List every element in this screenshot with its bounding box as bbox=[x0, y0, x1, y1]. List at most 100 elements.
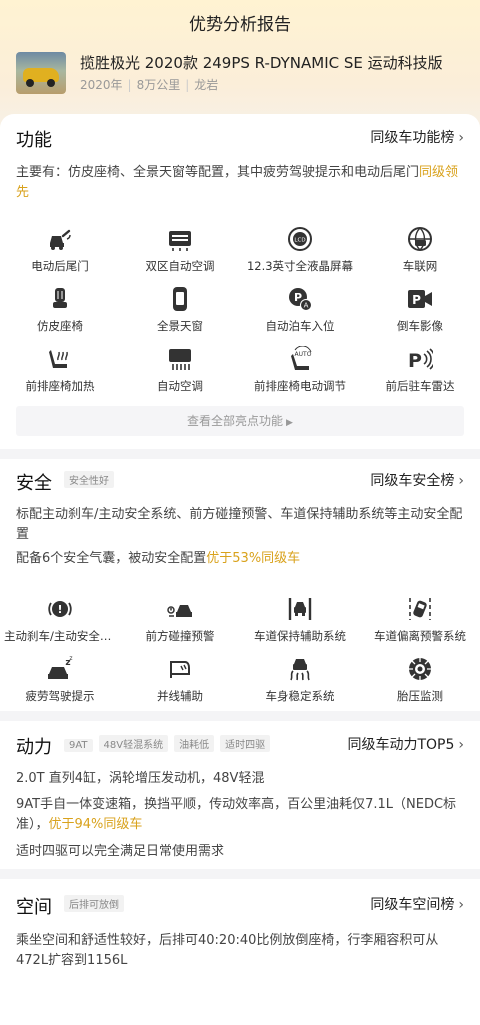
blind-spot-icon bbox=[170, 661, 190, 678]
svg-text:P: P bbox=[412, 293, 421, 307]
power-tag: 9AT bbox=[64, 739, 93, 752]
section-divider bbox=[0, 711, 480, 721]
feature-collision-warning[interactable]: 前方碰撞预警 bbox=[120, 596, 240, 652]
active-brake-icon: ! bbox=[48, 601, 72, 617]
feature-label: 胎压监测 bbox=[397, 689, 443, 703]
lcd-gauge-icon: LCD bbox=[288, 227, 312, 251]
svg-text:AUTO: AUTO bbox=[295, 351, 312, 358]
power-rank-link[interactable]: 同级车动力TOP5 › bbox=[347, 734, 464, 754]
feature-tire-pressure[interactable]: 胎压监测 bbox=[360, 656, 480, 712]
space-rank-link[interactable]: 同级车空间榜 › bbox=[370, 894, 464, 914]
collision-warning-icon bbox=[167, 605, 192, 617]
seat-heating-icon bbox=[49, 350, 68, 368]
power-tag: 48V轻混系统 bbox=[98, 735, 169, 752]
feature-power-seat[interactable]: AUTO 前排座椅电动调节 bbox=[240, 346, 360, 402]
power-tag: 适时四驱 bbox=[220, 735, 271, 752]
feature-liftgate[interactable]: 电动后尾门 bbox=[0, 226, 120, 282]
feature-label: 车道保持辅助系统 bbox=[254, 629, 346, 643]
feature-label: 全景天窗 bbox=[157, 319, 203, 333]
space-text: 乘坐空间和舒适性较好，后排可40:20:40比例放倒座椅，行李厢容积可从472L… bbox=[16, 933, 439, 968]
stability-control-icon bbox=[290, 659, 310, 681]
feature-label: 12.3英寸全液晶屏幕 bbox=[246, 259, 354, 273]
feature-dual-ac[interactable]: 双区自动空调 bbox=[120, 226, 240, 282]
feature-lcd[interactable]: LCD 12.3英寸全液晶屏幕 bbox=[240, 226, 360, 282]
feature-reverse-cam[interactable]: P 倒车影像 bbox=[360, 286, 480, 342]
feature-lane-departure[interactable]: 车道偏离预警系统 bbox=[360, 596, 480, 652]
function-rank-link[interactable]: 同级车功能榜 › bbox=[370, 127, 464, 147]
feature-connected[interactable]: 车联网 bbox=[360, 226, 480, 282]
connected-car-icon bbox=[408, 227, 432, 251]
view-all-features-button[interactable]: 查看全部亮点功能 ▶ bbox=[16, 406, 464, 436]
car-thumbnail bbox=[16, 52, 66, 94]
feature-label: 前排座椅电动调节 bbox=[254, 379, 346, 393]
feature-label: 车道偏离预警系统 bbox=[374, 629, 466, 643]
feature-auto-park[interactable]: PA 自动泊车入位 bbox=[240, 286, 360, 342]
power-seat-icon: AUTO bbox=[291, 346, 312, 370]
feature-label: 疲劳驾驶提示 bbox=[25, 689, 95, 703]
chevron-right-icon: › bbox=[458, 897, 464, 913]
feature-leather-seat[interactable]: 仿皮座椅 bbox=[0, 286, 120, 342]
feature-label: 仿皮座椅 bbox=[37, 319, 83, 333]
auto-parking-icon: PA bbox=[289, 288, 312, 311]
svg-text:P: P bbox=[408, 350, 422, 372]
feature-seat-heat[interactable]: 前排座椅加热 bbox=[0, 346, 120, 402]
svg-text:LCD: LCD bbox=[294, 238, 305, 244]
feature-parking-radar[interactable]: P 前后驻车雷达 bbox=[360, 346, 480, 402]
feature-label: 自动泊车入位 bbox=[265, 319, 335, 333]
lane-departure-icon bbox=[409, 598, 431, 620]
car-year: 2020年 bbox=[80, 78, 123, 92]
safety-title: 安全 bbox=[16, 473, 52, 494]
feature-label: 双区自动空调 bbox=[145, 259, 215, 273]
feature-label: 主动刹车/主动安全系统 bbox=[4, 629, 120, 643]
feature-label: 前排座椅加热 bbox=[25, 379, 95, 393]
feature-sunroof[interactable]: 全景天窗 bbox=[120, 286, 240, 342]
safety-rank-link[interactable]: 同级车安全榜 › bbox=[370, 470, 464, 490]
safety-passive-text: 配备6个安全气囊，被动安全配置优于53%同级车 bbox=[16, 551, 301, 566]
safety-highlight: 优于53%同级车 bbox=[206, 551, 301, 566]
power-engine-text: 2.0T 直列4缸，涡轮增压发动机，48V轻混 bbox=[16, 771, 265, 786]
car-city: 龙岩 bbox=[194, 78, 219, 92]
section-divider bbox=[0, 869, 480, 879]
safety-section: 安全 安全性好 同级车安全榜 › 标配主动刹车/主动安全系统、前方碰撞预警、车道保… bbox=[0, 459, 480, 711]
feature-label: 并线辅助 bbox=[157, 689, 203, 703]
reverse-camera-icon: P bbox=[408, 290, 432, 308]
svg-text:!: ! bbox=[57, 603, 62, 616]
feature-fatigue[interactable]: zz 疲劳驾驶提示 bbox=[0, 656, 120, 712]
power-transmission-text: 9AT手自一体变速箱，换挡平顺，传动效率高，百公里油耗仅7.1L（NEDC标准）… bbox=[16, 797, 457, 832]
feature-blind-spot[interactable]: 并线辅助 bbox=[120, 656, 240, 712]
lane-keep-icon bbox=[288, 598, 312, 620]
fatigue-alert-icon: zz bbox=[48, 656, 73, 679]
safety-active-text: 标配主动刹车/主动安全系统、前方碰撞预警、车道保持辅助系统等主动安全配置 bbox=[16, 507, 463, 542]
feature-auto-ac[interactable]: 自动空调 bbox=[120, 346, 240, 402]
section-divider bbox=[0, 449, 480, 459]
car-summary[interactable]: 揽胜极光 2020款 249PS R-DYNAMIC SE 运动科技版 2020… bbox=[16, 52, 464, 96]
feature-label: 电动后尾门 bbox=[31, 259, 89, 273]
leather-seat-icon bbox=[53, 288, 67, 308]
chevron-right-icon: › bbox=[458, 473, 464, 489]
car-name: 揽胜极光 2020款 249PS R-DYNAMIC SE 运动科技版 bbox=[80, 54, 443, 72]
page-title: 优势分析报告 bbox=[189, 15, 291, 35]
power-awd-text: 适时四驱可以完全满足日常使用需求 bbox=[16, 844, 225, 859]
power-highlight: 优于94%同级车 bbox=[48, 817, 143, 832]
feature-label: 倒车影像 bbox=[397, 319, 443, 333]
feature-label: 车身稳定系统 bbox=[265, 689, 335, 703]
liftgate-icon bbox=[50, 229, 71, 250]
space-section: 空间 后排可放倒 同级车空间榜 › 乘坐空间和舒适性较好，后排可40:20:40比… bbox=[0, 879, 480, 1025]
safety-tag: 安全性好 bbox=[64, 471, 114, 488]
feature-lane-keep[interactable]: 车道保持辅助系统 bbox=[240, 596, 360, 652]
function-summary: 主要有：仿皮座椅、全景天窗等配置，其中疲劳驾驶提示和电动后尾门同级领先 bbox=[16, 165, 459, 200]
tire-pressure-icon bbox=[409, 658, 431, 680]
svg-text:A: A bbox=[304, 302, 309, 310]
feature-label: 车联网 bbox=[402, 259, 438, 273]
car-mileage: 8万公里 bbox=[136, 78, 181, 92]
power-title: 动力 bbox=[16, 737, 52, 758]
feature-active-brake[interactable]: ! 主动刹车/主动安全系统 bbox=[0, 596, 120, 652]
feature-label: 前方碰撞预警 bbox=[145, 629, 215, 643]
svg-text:z: z bbox=[69, 656, 72, 662]
feature-label: 前后驻车雷达 bbox=[385, 379, 455, 393]
triangle-right-icon: ▶ bbox=[286, 418, 293, 428]
function-title: 功能 bbox=[16, 130, 52, 151]
power-tag: 油耗低 bbox=[174, 735, 215, 752]
feature-stability[interactable]: 车身稳定系统 bbox=[240, 656, 360, 712]
parking-radar-icon: P bbox=[408, 348, 433, 372]
